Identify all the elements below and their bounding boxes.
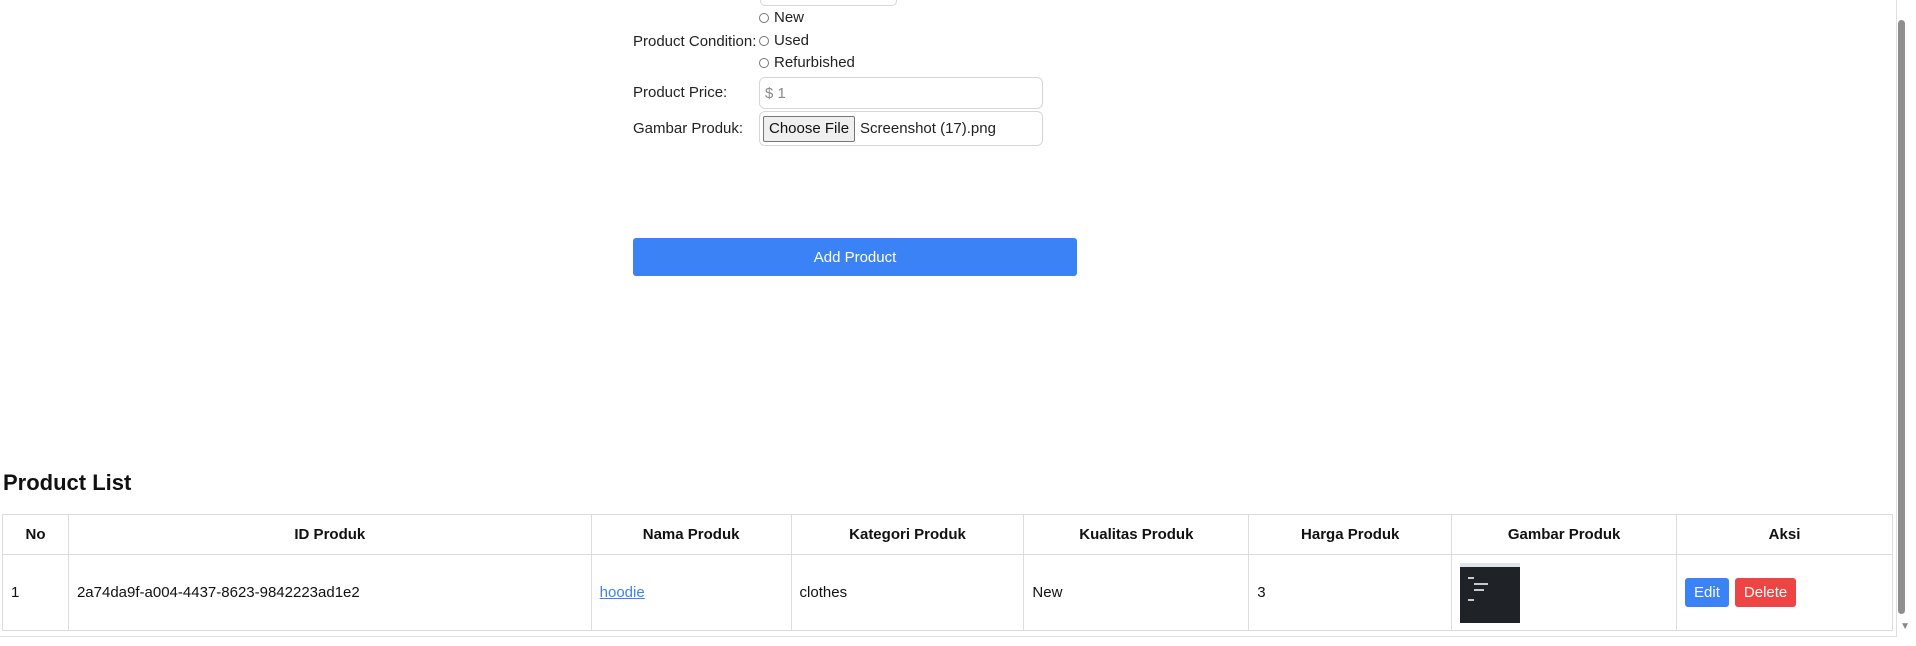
- edit-button[interactable]: Edit: [1685, 578, 1729, 607]
- price-input[interactable]: $ 1: [759, 77, 1043, 109]
- product-list-title: Product List: [3, 470, 132, 495]
- header-id: ID Produk: [67, 514, 592, 555]
- product-thumbnail: [1460, 562, 1521, 623]
- category-select[interactable]: [760, 0, 897, 6]
- table-row: 1 2a74da9f-a004-4437-8623-9842223ad1e2 h…: [2, 554, 1893, 631]
- cell-image: [1451, 554, 1678, 631]
- header-quality: Kualitas Produk: [1023, 514, 1250, 555]
- header-actions: Aksi: [1676, 514, 1893, 555]
- price-input-value: $ 1: [765, 84, 786, 102]
- radio-refurbished[interactable]: [759, 57, 769, 68]
- header-no: No: [2, 514, 69, 555]
- product-table: No ID Produk Nama Produk Kategori Produk…: [2, 514, 1893, 631]
- add-product-button[interactable]: Add Product: [633, 238, 1077, 276]
- header-category: Kategori Produk: [790, 514, 1025, 555]
- file-name: Screenshot (17).png: [860, 120, 996, 137]
- radio-label-refurbished: Refurbished: [774, 54, 855, 71]
- delete-button[interactable]: Delete: [1734, 578, 1797, 607]
- price-label: Product Price:: [633, 84, 728, 101]
- header-image: Gambar Produk: [1451, 514, 1678, 555]
- cell-actions: Edit Delete: [1676, 554, 1893, 631]
- scroll-down-arrow-icon[interactable]: ▼: [1900, 621, 1910, 632]
- cell-category: clothes: [790, 554, 1025, 631]
- image-label: Gambar Produk:: [633, 120, 744, 137]
- radio-new[interactable]: [759, 12, 769, 23]
- vertical-scrollbar-thumb[interactable]: [1898, 20, 1905, 614]
- image-file-input[interactable]: Choose File Screenshot (17).png: [759, 111, 1043, 146]
- cell-id: 2a74da9f-a004-4437-8623-9842223ad1e2: [67, 554, 592, 631]
- table-header-row: No ID Produk Nama Produk Kategori Produk…: [2, 514, 1893, 555]
- radio-label-new: New: [774, 9, 805, 26]
- cell-price: 3: [1248, 554, 1453, 631]
- radio-used[interactable]: [759, 35, 769, 46]
- condition-label: Product Condition:: [633, 33, 757, 50]
- condition-option-used[interactable]: Used: [759, 32, 809, 49]
- header-price: Harga Produk: [1248, 514, 1453, 555]
- header-name: Nama Produk: [590, 514, 792, 555]
- choose-file-button[interactable]: Choose File: [763, 115, 856, 142]
- cell-no: 1: [2, 554, 69, 631]
- condition-option-new[interactable]: New: [759, 9, 804, 26]
- cell-quality: New: [1023, 554, 1250, 631]
- product-name-link[interactable]: hoodie: [600, 584, 645, 601]
- radio-label-used: Used: [774, 32, 810, 49]
- cell-name: hoodie: [590, 554, 792, 631]
- condition-option-refurbished[interactable]: Refurbished: [759, 54, 855, 71]
